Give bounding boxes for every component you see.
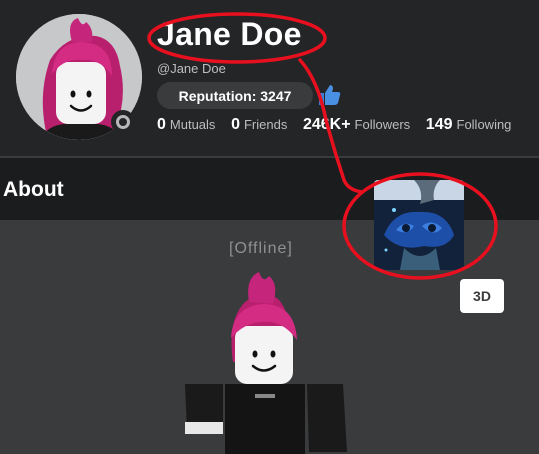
reputation-badge: Reputation: 3247 bbox=[157, 82, 313, 109]
username: @Jane Doe bbox=[157, 61, 226, 76]
stat-mutuals[interactable]: 0 Mutuals bbox=[157, 116, 215, 134]
thumbs-up-icon[interactable] bbox=[316, 82, 342, 108]
stat-following[interactable]: 149 Following bbox=[426, 116, 512, 134]
stat-friends-value: 0 bbox=[231, 116, 240, 133]
offline-status-icon bbox=[111, 110, 135, 134]
view-3d-button[interactable]: 3D bbox=[460, 279, 504, 313]
stat-mutuals-label: Mutuals bbox=[169, 117, 216, 132]
about-title: About bbox=[3, 178, 64, 201]
stat-following-value: 149 bbox=[425, 116, 453, 133]
stat-followers[interactable]: 246K+ Followers bbox=[303, 116, 410, 134]
profile-stats: 0 Mutuals 0 Friends 246K+ Followers 149 Foll… bbox=[157, 116, 523, 134]
stat-friends-label: Friends bbox=[243, 117, 288, 132]
stat-following-label: Following bbox=[456, 117, 512, 132]
presence-status: [Offline] bbox=[229, 240, 293, 257]
stat-followers-label: Followers bbox=[354, 117, 411, 132]
stat-mutuals-value: 0 bbox=[157, 116, 166, 133]
stat-friends[interactable]: 0 Friends bbox=[231, 116, 287, 134]
stat-followers-value: 246K+ bbox=[302, 116, 351, 133]
item-thumbnail-image bbox=[374, 180, 464, 270]
item-thumbnail[interactable] bbox=[374, 180, 464, 270]
display-name: Jane Doe bbox=[157, 16, 302, 52]
avatar-full-body bbox=[185, 272, 347, 454]
